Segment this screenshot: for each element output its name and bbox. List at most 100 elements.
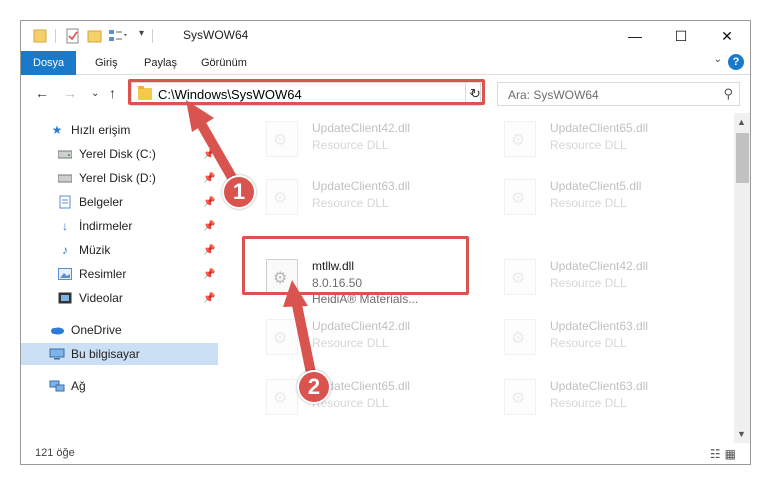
dll-file-icon <box>266 179 298 215</box>
dll-file-icon <box>266 379 298 415</box>
nav-label: Hızlı erişim <box>71 123 131 137</box>
nav-label: Belgeler <box>79 195 124 209</box>
pin-icon[interactable]: 📌 <box>203 269 215 280</box>
nav-item-pictures[interactable]: Resimler 📌 <box>21 263 218 285</box>
ribbon: Dosya Giriş Paylaş Görünüm ⌄ ? <box>21 51 750 75</box>
forward-arrow-icon[interactable]: → <box>63 85 77 101</box>
dll-file-icon <box>504 319 536 355</box>
navigation-pane: ★ Hızlı erişim Yerel Disk (C:) 📌 Yerel D… <box>21 113 218 443</box>
nav-item-drive-c[interactable]: Yerel Disk (C:) 📌 <box>21 143 218 165</box>
tiles-view-icon[interactable]: ▦ <box>725 447 740 461</box>
tab-file[interactable]: Dosya <box>21 51 77 75</box>
nav-label: Yerel Disk (D:) <box>79 171 156 185</box>
file-description: Resource DLL <box>312 196 389 210</box>
file-item[interactable]: UpdateClient42.dll Resource DLL <box>504 259 724 299</box>
nav-label: İndirmeler <box>79 219 133 233</box>
vertical-scrollbar[interactable]: ▲ ▼ <box>734 113 750 443</box>
music-icon: ♪ <box>62 243 68 257</box>
nav-item-documents[interactable]: Belgeler 📌 <box>21 191 218 213</box>
status-bar: 121 öğe ☷▦ <box>21 443 750 464</box>
scrollbar-thumb[interactable] <box>736 133 749 183</box>
divider <box>55 29 56 43</box>
pin-icon[interactable]: 📌 <box>203 197 215 208</box>
pin-icon[interactable]: 📌 <box>203 245 215 256</box>
nav-onedrive[interactable]: OneDrive <box>21 319 218 341</box>
dll-file-icon <box>266 121 298 157</box>
file-description: Resource DLL <box>312 336 389 350</box>
customize-toolbar-icon[interactable]: ▾ <box>139 28 144 44</box>
tab-share[interactable]: Paylaş <box>144 51 177 75</box>
file-item[interactable]: UpdateClient42.dll Resource DLL <box>266 319 486 359</box>
file-company: HeidiA® Materials... <box>312 292 419 306</box>
file-name: UpdateClient42.dll <box>550 259 649 273</box>
divider <box>152 29 153 43</box>
folder-icon <box>138 86 152 100</box>
nav-item-downloads[interactable]: ↓ İndirmeler 📌 <box>21 215 218 237</box>
drive-icon <box>57 147 73 161</box>
folder-icon <box>33 28 49 44</box>
nav-label: Bu bilgisayar <box>71 347 140 361</box>
dll-file-icon <box>504 379 536 415</box>
up-arrow-icon[interactable]: ↑ <box>109 85 116 101</box>
file-description: Resource DLL <box>550 276 627 290</box>
dll-file-icon <box>504 121 536 157</box>
documents-icon <box>57 195 73 209</box>
close-button[interactable]: ✕ <box>704 21 750 51</box>
tab-home[interactable]: Giriş <box>95 51 118 75</box>
tab-view[interactable]: Görünüm <box>201 51 247 75</box>
minimize-button[interactable]: — <box>612 21 658 51</box>
pin-icon[interactable]: 📌 <box>203 293 215 304</box>
file-item[interactable]: UpdateClient65.dll Resource DLL <box>266 379 486 419</box>
dll-file-icon <box>266 319 298 355</box>
file-name: UpdateClient65.dll <box>312 379 411 393</box>
pin-icon[interactable]: 📌 <box>203 221 215 232</box>
nav-label: Resimler <box>79 267 127 281</box>
search-icon[interactable]: ⚲ <box>723 86 733 102</box>
window-title: SysWOW64 <box>183 28 249 42</box>
scroll-down-icon[interactable]: ▼ <box>737 429 746 439</box>
expand-ribbon-icon[interactable]: ⌄ <box>714 54 722 65</box>
view-options-icon[interactable] <box>108 28 130 44</box>
file-description: Resource DLL <box>550 196 627 210</box>
properties-icon[interactable] <box>65 28 81 44</box>
file-item[interactable]: UpdateClient42.dll Resource DLL <box>266 121 486 161</box>
scroll-up-icon[interactable]: ▲ <box>737 117 746 127</box>
details-view-icon[interactable]: ☷ <box>710 447 725 461</box>
nav-network[interactable]: Ağ <box>21 375 218 397</box>
file-description: Resource DLL <box>550 336 627 350</box>
recent-locations-icon[interactable]: ⌄ <box>91 88 99 99</box>
address-bar[interactable]: C:\Windows\SysWOW64 ⌄ <box>131 82 481 106</box>
search-input[interactable]: Ara: SysWOW64 ⚲ <box>497 82 740 106</box>
file-item[interactable]: UpdateClient63.dll Resource DLL <box>504 379 724 419</box>
computer-icon <box>49 347 65 361</box>
nav-label: Müzik <box>79 243 111 257</box>
file-item-mtllw-dll[interactable]: mtllw.dll 8.0.16.50 HeidiA® Materials... <box>266 259 486 306</box>
nav-label: Yerel Disk (C:) <box>79 147 156 161</box>
videos-icon <box>57 291 73 305</box>
nav-this-pc[interactable]: Bu bilgisayar <box>21 343 218 365</box>
cloud-icon <box>49 323 65 337</box>
file-name: UpdateClient42.dll <box>312 319 411 333</box>
file-version: 8.0.16.50 <box>312 276 363 290</box>
file-item[interactable]: UpdateClient63.dll Resource DLL <box>266 179 486 219</box>
refresh-button[interactable]: ↻ <box>465 82 485 106</box>
navigation-bar: ← → ⌄ ↑ C:\Windows\SysWOW64 ⌄ ↻ Ara: Sys… <box>21 76 750 111</box>
nav-item-videos[interactable]: Videolar 📌 <box>21 287 218 309</box>
file-item[interactable]: UpdateClient65.dll Resource DLL <box>504 121 724 161</box>
new-folder-icon[interactable] <box>87 28 103 44</box>
address-path[interactable]: C:\Windows\SysWOW64 <box>158 87 302 102</box>
file-item[interactable]: UpdateClient5.dll Resource DLL <box>504 179 724 219</box>
drive-icon <box>57 171 73 185</box>
pin-icon[interactable]: 📌 <box>203 149 215 160</box>
nav-quick-access[interactable]: ★ Hızlı erişim <box>21 119 218 141</box>
pin-icon[interactable]: 📌 <box>203 173 215 184</box>
nav-item-drive-d[interactable]: Yerel Disk (D:) 📌 <box>21 167 218 189</box>
file-item[interactable]: UpdateClient63.dll Resource DLL <box>504 319 724 359</box>
file-list: UpdateClient42.dll Resource DLL UpdateCl… <box>218 113 733 443</box>
help-icon[interactable]: ? <box>728 54 744 70</box>
file-name: UpdateClient63.dll <box>550 379 649 393</box>
back-arrow-icon[interactable]: ← <box>35 85 49 101</box>
file-name: mtllw.dll <box>312 259 355 273</box>
maximize-button[interactable]: ☐ <box>658 21 704 51</box>
nav-item-music[interactable]: ♪ Müzik 📌 <box>21 239 218 261</box>
